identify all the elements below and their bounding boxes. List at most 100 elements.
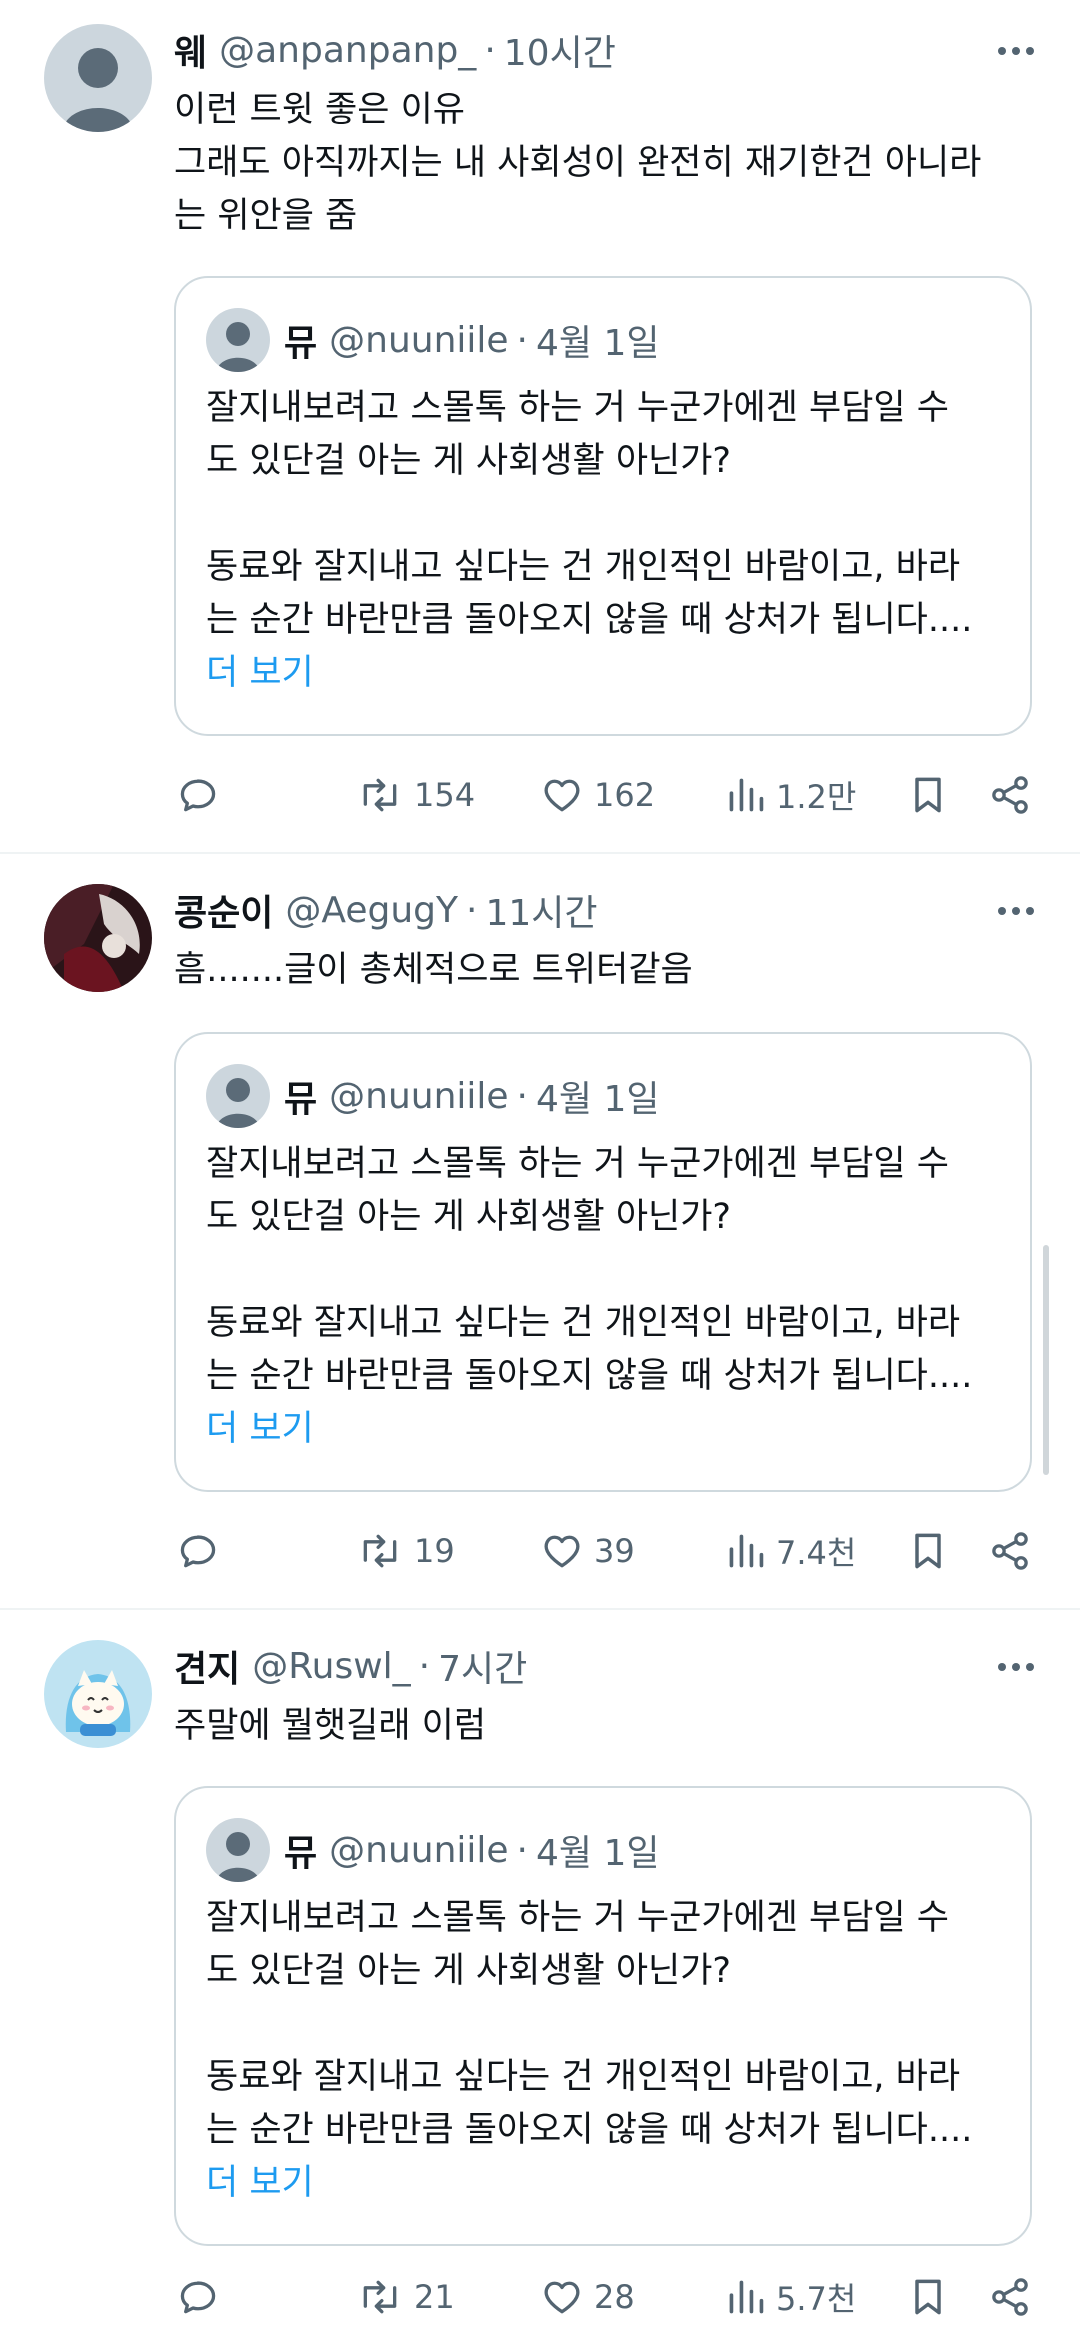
bookmark-icon — [915, 777, 941, 813]
tweet-actions: 19 39 7.4천 — [0, 1516, 1080, 1586]
quoted-tweet[interactable]: 뮤 @nuuniile · 4월 1일 잘지내보려고 스몰톡 하는 거 누군가에… — [174, 1032, 1032, 1492]
display-name[interactable]: 콩순이 — [174, 884, 273, 936]
views-button[interactable]: 1.2만 — [726, 760, 856, 830]
quoted-text-line: 잘지내보려고 스몰톡 하는 거 누군가에겐 부담일 수 — [206, 388, 949, 428]
tweet-text: 주말에 뭘햇길래 이럼 — [174, 1700, 1024, 1753]
quoted-timestamp: 4월 1일 — [536, 1833, 660, 1874]
views-button[interactable]: 5.7천 — [726, 2262, 856, 2332]
tweet-text-line: 주말에 뭘햇길래 이럼 — [174, 1706, 487, 1746]
scrollbar[interactable] — [1043, 1245, 1049, 1475]
quoted-display-name: 뮤 — [284, 1079, 318, 1120]
tweet-header: 콩순이 @AegugY · 11시간 — [174, 882, 598, 938]
avatar[interactable] — [44, 1640, 152, 1748]
views-button[interactable]: 7.4천 — [726, 1516, 856, 1586]
show-more-link[interactable]: 더 보기 — [206, 2157, 1006, 2210]
views-chart-icon — [729, 1534, 764, 1568]
quoted-header: 뮤 @nuuniile · 4월 1일 — [284, 1064, 660, 1128]
quoted-tweet[interactable]: 뮤 @nuuniile · 4월 1일 잘지내보려고 스몰톡 하는 거 누군가에… — [174, 276, 1032, 736]
separator-dot: · — [466, 889, 478, 931]
like-button[interactable]: 39 — [540, 1516, 635, 1586]
display-name[interactable]: 견지 — [174, 1640, 240, 1692]
timestamp[interactable]: 10시간 — [504, 24, 616, 76]
quoted-text-line — [206, 1998, 1006, 2051]
quoted-text-line: 잘지내보려고 스몰톡 하는 거 누군가에겐 부담일 수 — [206, 1898, 949, 1938]
quoted-text-line: 는 순간 바란만큼 돌아오지 않을 때 상처가 됩니다.... — [206, 1356, 973, 1396]
timestamp[interactable]: 11시간 — [485, 884, 597, 936]
tweet-actions: 154 162 1.2만 — [0, 760, 1080, 830]
user-handle[interactable]: @anpanpanp_ — [219, 30, 476, 71]
reply-icon — [180, 2281, 216, 2314]
like-count: 28 — [594, 2278, 635, 2316]
quoted-text-line: 는 순간 바란만큼 돌아오지 않을 때 상처가 됩니다.... — [206, 2110, 973, 2150]
retweet-icon — [363, 778, 397, 812]
quoted-text-line — [206, 488, 1006, 541]
heart-icon — [544, 1535, 580, 1568]
retweet-button[interactable]: 154 — [356, 760, 475, 830]
separator-dot: · — [516, 1829, 528, 1871]
tweet-header: 웨 @anpanpanp_ · 10시간 — [174, 22, 616, 78]
like-count: 39 — [594, 1532, 635, 1570]
retweet-button[interactable]: 21 — [356, 2262, 455, 2332]
reply-button[interactable] — [176, 2262, 220, 2332]
quoted-avatar — [206, 1064, 270, 1128]
quoted-avatar — [206, 308, 270, 372]
quoted-text-line: 동료와 잘지내고 싶다는 건 개인적인 바람이고, 바라 — [206, 547, 961, 587]
like-count: 162 — [594, 776, 656, 814]
bookmark-button[interactable] — [906, 2262, 950, 2332]
retweet-button[interactable]: 19 — [356, 1516, 455, 1586]
share-button[interactable] — [988, 1516, 1032, 1586]
heart-icon — [544, 779, 580, 812]
more-options-icon[interactable] — [986, 24, 1046, 78]
quoted-text-line: 는 순간 바란만큼 돌아오지 않을 때 상처가 됩니다.... — [206, 600, 973, 640]
tweet-text: 흠.......글이 총체적으로 트위터같음 — [174, 944, 1024, 997]
retweet-count: 19 — [414, 1532, 455, 1570]
tweet[interactable]: 웨 @anpanpanp_ · 10시간 이런 트윗 좋은 이유 그래도 아직까… — [0, 0, 1080, 850]
quoted-text-line: 잘지내보려고 스몰톡 하는 거 누군가에겐 부담일 수 — [206, 1144, 949, 1184]
quoted-tweet[interactable]: 뮤 @nuuniile · 4월 1일 잘지내보려고 스몰톡 하는 거 누군가에… — [174, 1786, 1032, 2246]
tweet-text-line: 는 위안을 줌 — [174, 196, 358, 236]
views-count: 5.7천 — [776, 2280, 857, 2318]
more-options-icon[interactable] — [986, 884, 1046, 938]
tweet[interactable]: 견지 @Ruswl_ · 7시간 주말에 뭘햇길래 이럼 뮤 @nuuniile… — [0, 1616, 1080, 2331]
quoted-text: 잘지내보려고 스몰톡 하는 거 누군가에겐 부담일 수 도 있단걸 아는 게 사… — [206, 1892, 1006, 2210]
separator-dot: · — [516, 1075, 528, 1117]
show-more-link[interactable]: 더 보기 — [206, 1403, 1006, 1456]
quoted-text-line: 도 있단걸 아는 게 사회생활 아닌가? — [206, 1951, 732, 1991]
quoted-avatar — [206, 1818, 270, 1882]
user-handle[interactable]: @AegugY — [285, 890, 458, 931]
timestamp[interactable]: 7시간 — [438, 1640, 527, 1692]
like-button[interactable]: 162 — [540, 760, 655, 830]
quoted-header: 뮤 @nuuniile · 4월 1일 — [284, 1818, 660, 1882]
like-button[interactable]: 28 — [540, 2262, 635, 2332]
quoted-handle: @nuuniile — [329, 1075, 509, 1117]
bookmark-icon — [915, 2279, 941, 2315]
divider — [0, 852, 1080, 854]
bookmark-button[interactable] — [906, 760, 950, 830]
bookmark-button[interactable] — [906, 1516, 950, 1586]
tweet-actions: 21 28 5.7천 — [0, 2262, 1080, 2332]
bookmark-icon — [915, 1533, 941, 1569]
quoted-text-line: 동료와 잘지내고 싶다는 건 개인적인 바람이고, 바라 — [206, 2057, 961, 2097]
reply-button[interactable] — [176, 760, 220, 830]
retweet-icon — [363, 2280, 397, 2314]
share-button[interactable] — [988, 760, 1032, 830]
share-icon — [992, 1532, 1028, 1570]
user-handle[interactable]: @Ruswl_ — [252, 1646, 410, 1687]
quoted-display-name: 뮤 — [284, 1833, 318, 1874]
show-more-link[interactable]: 더 보기 — [206, 647, 1006, 700]
avatar[interactable] — [44, 24, 152, 132]
views-count: 1.2만 — [776, 778, 857, 816]
more-options-icon[interactable] — [986, 1640, 1046, 1694]
reply-button[interactable] — [176, 1516, 220, 1586]
share-button[interactable] — [988, 2262, 1032, 2332]
tweet[interactable]: 콩순이 @AegugY · 11시간 흠.......글이 총체적으로 트위터같… — [0, 860, 1080, 1606]
quoted-text: 잘지내보려고 스몰톡 하는 거 누군가에겐 부담일 수 도 있단걸 아는 게 사… — [206, 1138, 1006, 1456]
views-count: 7.4천 — [776, 1534, 857, 1572]
separator-dot: · — [418, 1645, 431, 1687]
avatar[interactable] — [44, 884, 152, 992]
share-icon — [992, 2278, 1028, 2316]
quoted-text-line — [206, 1244, 1006, 1297]
views-chart-icon — [729, 2280, 764, 2314]
tweet-header: 견지 @Ruswl_ · 7시간 — [174, 1638, 527, 1694]
display-name[interactable]: 웨 — [174, 24, 207, 76]
